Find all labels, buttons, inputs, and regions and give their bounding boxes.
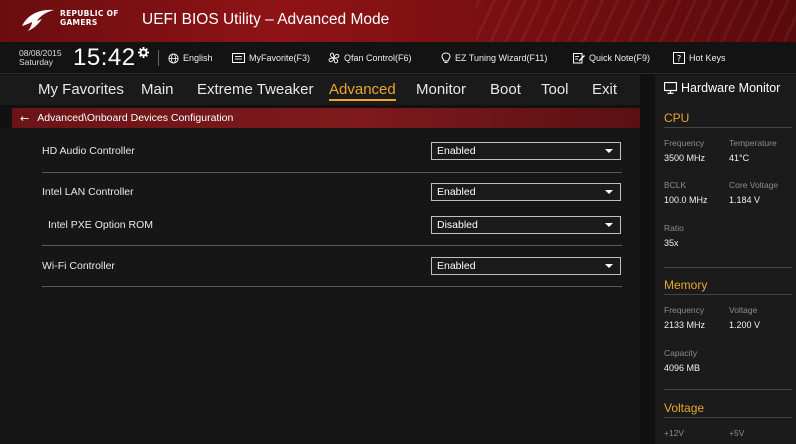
rog-brand: REPUBLIC OF GAMERS <box>60 9 119 27</box>
divider <box>664 389 792 390</box>
language-button[interactable]: English <box>168 42 213 74</box>
main-nav: My Favorites Main Extreme Tweaker Advanc… <box>0 75 640 105</box>
brand-line2: GAMERS <box>60 18 98 27</box>
tab-tool[interactable]: Tool <box>541 81 569 98</box>
breadcrumb: ← Advanced\Onboard Devices Configuration <box>12 108 640 128</box>
hot-keys-button[interactable]: ? Hot Keys <box>673 42 726 74</box>
title-bar: REPUBLIC OF GAMERS UEFI BIOS Utility – A… <box>0 0 796 42</box>
ez-tuning-label: EZ Tuning Wizard(F11) <box>455 53 548 63</box>
gear-icon[interactable] <box>138 47 149 58</box>
divider <box>664 417 792 418</box>
pxe-rom-select[interactable]: Disabled <box>431 216 621 234</box>
bclk-value: 100.0 MHz <box>664 195 708 205</box>
capacity-label: Capacity <box>664 348 698 358</box>
toolbar-divider <box>158 50 159 66</box>
memory-frequency-label: Frequency <box>664 305 705 315</box>
core-voltage-label: Core Voltage <box>729 180 779 190</box>
setting-label: Wi-Fi Controller <box>42 260 115 272</box>
myfavorite-label: MyFavorite(F3) <box>249 53 311 63</box>
setting-row-hd-audio: HD Audio Controller Enabled <box>42 142 622 162</box>
divider <box>664 127 792 128</box>
brand-line1: REPUBLIC OF <box>60 9 119 18</box>
quick-note-button[interactable]: Quick Note(F9) <box>573 42 650 74</box>
bclk-label: BCLK <box>664 180 687 190</box>
date-display: 08/08/2015 Saturday <box>19 49 62 67</box>
tab-advanced[interactable]: Advanced <box>329 81 396 101</box>
ratio-value: 35x <box>664 238 679 248</box>
divider <box>42 172 622 173</box>
back-arrow-icon[interactable]: ← <box>20 112 29 125</box>
memory-frequency-value: 2133 MHz <box>664 320 706 330</box>
capacity-value: 4096 MB <box>664 363 701 373</box>
hot-keys-label: Hot Keys <box>689 53 726 63</box>
select-value: Enabled <box>437 260 476 272</box>
setting-row-wifi: Wi-Fi Controller Enabled <box>42 257 622 277</box>
divider <box>42 245 622 246</box>
tab-monitor[interactable]: Monitor <box>416 81 466 98</box>
rog-logo-icon <box>22 9 54 31</box>
tab-my-favorites[interactable]: My Favorites <box>38 81 124 98</box>
tab-boot[interactable]: Boot <box>490 81 521 98</box>
setting-label: Intel LAN Controller <box>42 186 134 198</box>
voltage-section-title: Voltage <box>664 401 705 415</box>
core-voltage-value: 1.184 V <box>729 195 761 205</box>
tab-main[interactable]: Main <box>141 81 174 98</box>
chevron-down-icon <box>605 223 613 227</box>
settings-panel: HD Audio Controller Enabled Intel LAN Co… <box>0 128 640 444</box>
hardware-monitor-header: Hardware Monitor <box>664 81 780 95</box>
chevron-down-icon <box>605 264 613 268</box>
cpu-section-title: CPU <box>664 111 690 125</box>
hd-audio-select[interactable]: Enabled <box>431 142 621 160</box>
day-text: Saturday <box>19 57 54 67</box>
setting-label: Intel PXE Option ROM <box>48 219 154 231</box>
memory-voltage-value: 1.200 V <box>729 320 761 330</box>
tab-extreme-tweaker[interactable]: Extreme Tweaker <box>197 81 313 98</box>
note-icon <box>573 53 585 64</box>
setting-row-intel-lan: Intel LAN Controller Enabled <box>42 183 622 203</box>
cpu-temperature-label: Temperature <box>729 138 777 148</box>
cpu-frequency-label: Frequency <box>664 138 705 148</box>
memory-voltage-label: Voltage <box>729 305 758 315</box>
memory-section-title: Memory <box>664 278 708 292</box>
divider <box>42 286 622 287</box>
qfan-label: Qfan Control(F6) <box>344 53 412 63</box>
help-icon: ? <box>673 52 685 64</box>
bulb-icon <box>441 52 451 63</box>
intel-lan-select[interactable]: Enabled <box>431 183 621 201</box>
wifi-select[interactable]: Enabled <box>431 257 621 275</box>
cpu-temperature-value: 41°C <box>729 153 750 163</box>
toolbar: 08/08/2015 Saturday 15:42 English MyFavo… <box>0 42 796 74</box>
app-title: UEFI BIOS Utility – Advanced Mode <box>142 11 390 28</box>
ratio-label: Ratio <box>664 223 684 233</box>
globe-icon <box>168 52 179 64</box>
time-display: 15:42 <box>73 44 136 71</box>
v5-label: +5V <box>729 428 745 438</box>
ez-tuning-button[interactable]: EZ Tuning Wizard(F11) <box>441 42 547 74</box>
select-value: Enabled <box>437 186 476 198</box>
breadcrumb-path: Advanced\Onboard Devices Configuration <box>37 112 234 124</box>
select-value: Enabled <box>437 145 476 157</box>
select-value: Disabled <box>437 219 478 231</box>
favorite-icon <box>232 53 245 63</box>
hardware-monitor-title: Hardware Monitor <box>681 81 781 95</box>
language-label: English <box>183 53 213 63</box>
fan-icon <box>328 52 340 64</box>
myfavorite-button[interactable]: MyFavorite(F3) <box>232 42 310 74</box>
v12-label: +12V <box>664 428 685 438</box>
monitor-icon <box>664 82 677 94</box>
setting-row-pxe-rom: Intel PXE Option ROM Disabled <box>42 216 622 236</box>
cpu-frequency-value: 3500 MHz <box>664 153 706 163</box>
qfan-button[interactable]: Qfan Control(F6) <box>328 42 412 74</box>
setting-label: HD Audio Controller <box>42 145 135 157</box>
divider <box>664 294 792 295</box>
svg-text:?: ? <box>677 54 682 64</box>
divider <box>664 267 792 268</box>
hardware-monitor-panel: Hardware Monitor CPU Frequency Temperatu… <box>655 75 796 444</box>
chevron-down-icon <box>605 149 613 153</box>
tab-exit[interactable]: Exit <box>592 81 617 98</box>
quick-note-label: Quick Note(F9) <box>589 53 651 63</box>
chevron-down-icon <box>605 190 613 194</box>
